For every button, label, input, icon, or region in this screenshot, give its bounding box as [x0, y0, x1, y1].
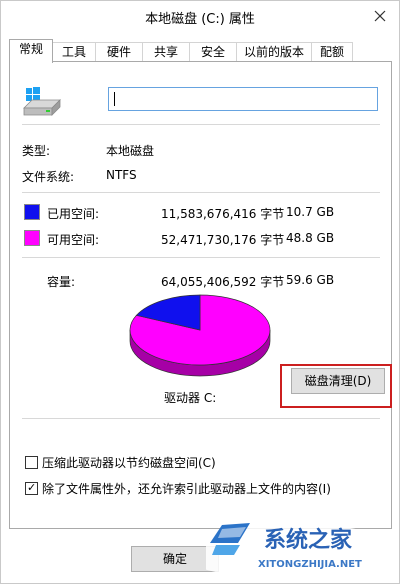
tab-general[interactable]: 常规	[9, 39, 53, 63]
text-caret	[114, 92, 115, 106]
svg-text:XITONGZHIJIA.NET: XITONGZHIJIA.NET	[258, 559, 362, 570]
tab-tools[interactable]: 工具	[52, 42, 96, 62]
drive-letter-label: 驱动器 C:	[164, 391, 217, 405]
window-title: 本地磁盘 (C:) 属性	[145, 12, 255, 27]
tab-previous-versions[interactable]: 以前的版本	[236, 42, 312, 62]
capacity-label: 容量:	[47, 275, 76, 289]
free-space-bytes: 52,471,730,176 字节	[161, 233, 285, 247]
free-space-size: 48.8 GB	[286, 231, 335, 245]
free-space-swatch	[24, 230, 40, 246]
close-button[interactable]	[373, 9, 387, 23]
separator	[22, 257, 380, 258]
tab-hardware[interactable]: 硬件	[95, 42, 143, 62]
filesystem-label: 文件系统:	[22, 170, 75, 184]
tab-security[interactable]: 安全	[189, 42, 237, 62]
filesystem-value: NTFS	[106, 168, 137, 182]
used-space-size: 10.7 GB	[286, 205, 335, 219]
properties-window: 本地磁盘 (C:) 属性 常规 工具 硬件 共享 安全 以前的版本 配额 类型:…	[0, 0, 400, 584]
used-space-label: 已用空间:	[47, 207, 100, 221]
compress-checkbox[interactable]	[25, 456, 38, 469]
tab-sharing[interactable]: 共享	[142, 42, 190, 62]
separator	[22, 192, 380, 193]
close-icon	[374, 10, 386, 22]
title-bar: 本地磁盘 (C:) 属性	[1, 1, 399, 31]
separator	[22, 124, 380, 125]
disk-cleanup-button[interactable]: 磁盘清理(D)	[291, 368, 385, 394]
drive-name-input[interactable]	[108, 87, 378, 111]
index-label[interactable]: 除了文件属性外，还允许索引此驱动器上文件的内容(I)	[42, 480, 331, 497]
capacity-size: 59.6 GB	[286, 273, 335, 287]
type-label: 类型:	[22, 144, 51, 158]
drive-icon	[23, 87, 61, 116]
tab-strip: 常规 工具 硬件 共享 安全 以前的版本 配额	[9, 39, 393, 63]
used-space-bytes: 11,583,676,416 字节	[161, 207, 285, 221]
tab-quota[interactable]: 配额	[311, 42, 353, 62]
separator	[22, 418, 380, 419]
used-space-swatch	[24, 204, 40, 220]
check-icon: ✓	[27, 481, 37, 494]
svg-text:系统之家: 系统之家	[264, 527, 353, 553]
capacity-bytes: 64,055,406,592 字节	[161, 275, 285, 289]
index-checkbox[interactable]: ✓	[25, 481, 38, 495]
general-panel: 类型: 本地磁盘 文件系统: NTFS 已用空间: 11,583,676,416…	[9, 61, 392, 529]
watermark-logo: 系统之家 XITONGZHIJIA.NET	[206, 523, 398, 579]
disk-usage-pie	[129, 294, 271, 377]
free-space-label: 可用空间:	[47, 233, 100, 247]
type-value: 本地磁盘	[106, 144, 155, 158]
compress-label[interactable]: 压缩此驱动器以节约磁盘空间(C)	[42, 454, 216, 471]
